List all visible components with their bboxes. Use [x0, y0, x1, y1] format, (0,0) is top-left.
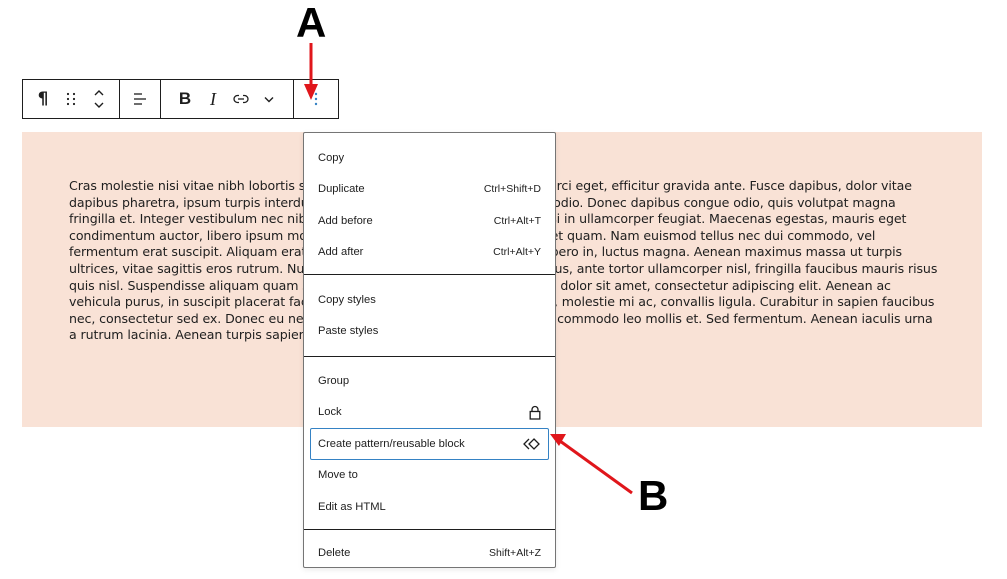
align-button[interactable] [126, 80, 154, 118]
menu-group-styles: Copy styles Paste styles [304, 275, 555, 357]
more-formatting-button[interactable] [255, 80, 283, 118]
symbol-icon [523, 437, 540, 450]
menu-group-block: Group Lock Create pattern/reusable block… [304, 357, 555, 530]
menu-item-create-pattern[interactable]: Create pattern/reusable block [310, 428, 549, 460]
more-vertical-icon [314, 92, 318, 106]
menu-item-lock[interactable]: Lock [310, 397, 549, 429]
annotation-label-b: B [638, 472, 669, 519]
menu-item-label: Lock [318, 406, 342, 419]
menu-item-duplicate[interactable]: Duplicate Ctrl+Shift+D [310, 174, 549, 206]
toolbar-group-format: B I [161, 80, 294, 118]
menu-item-label: Add after [318, 246, 364, 259]
menu-item-add-before[interactable]: Add before Ctrl+Alt+T [310, 205, 549, 237]
menu-item-label: Paste styles [318, 325, 379, 338]
menu-item-label: Group [318, 374, 350, 387]
menu-item-label: Edit as HTML [318, 500, 386, 513]
lock-icon [529, 405, 541, 420]
link-icon [233, 94, 249, 104]
link-button[interactable] [227, 80, 255, 118]
italic-button[interactable]: I [199, 80, 227, 118]
menu-item-edit-as-html[interactable]: Edit as HTML [310, 491, 549, 523]
chevron-down-icon [264, 96, 274, 102]
toolbar-group-options [294, 80, 338, 118]
drag-handle-button[interactable] [57, 80, 85, 118]
menu-item-shortcut: Shift+Alt+Z [489, 547, 541, 560]
move-up-down-button[interactable] [85, 80, 113, 118]
arrow-b [550, 434, 633, 495]
menu-item-copy[interactable]: Copy [310, 142, 549, 174]
menu-item-paste-styles[interactable]: Paste styles [310, 316, 549, 348]
menu-item-add-after[interactable]: Add after Ctrl+Alt+Y [310, 237, 549, 269]
drag-handle-icon [66, 92, 76, 106]
menu-item-group[interactable]: Group [310, 365, 549, 397]
menu-item-label: Duplicate [318, 183, 365, 196]
menu-group-edit: Copy Duplicate Ctrl+Shift+D Add before C… [304, 133, 555, 275]
move-up-down-icon [94, 90, 104, 108]
bold-button[interactable]: B [171, 80, 199, 118]
menu-item-label: Move to [318, 469, 358, 482]
pilcrow-icon: ¶ [37, 89, 49, 109]
block-options-button[interactable] [302, 80, 330, 118]
menu-item-move-to[interactable]: Move to [310, 460, 549, 492]
block-options-menu: Copy Duplicate Ctrl+Shift+D Add before C… [303, 132, 556, 568]
menu-item-label: Delete [318, 547, 351, 560]
menu-item-shortcut: Ctrl+Shift+D [483, 183, 541, 196]
menu-item-label: Add before [318, 214, 373, 227]
toolbar-group-block: ¶ [23, 80, 120, 118]
menu-item-shortcut: Ctrl+Alt+Y [493, 246, 541, 259]
menu-item-shortcut: Ctrl+Alt+T [493, 214, 541, 227]
menu-item-delete[interactable]: Delete Shift+Alt+Z [310, 538, 549, 570]
align-left-icon [134, 93, 146, 105]
menu-group-delete: Delete Shift+Alt+Z [304, 530, 555, 578]
block-type-button[interactable]: ¶ [29, 80, 57, 118]
block-toolbar: ¶ B I [22, 79, 339, 119]
annotation-label-a: A [296, 0, 327, 46]
menu-item-label: Copy styles [318, 293, 376, 306]
toolbar-group-align [120, 80, 161, 118]
menu-item-label: Copy [318, 151, 345, 164]
menu-item-copy-styles[interactable]: Copy styles [310, 284, 549, 316]
menu-item-label: Create pattern/reusable block [318, 437, 465, 450]
